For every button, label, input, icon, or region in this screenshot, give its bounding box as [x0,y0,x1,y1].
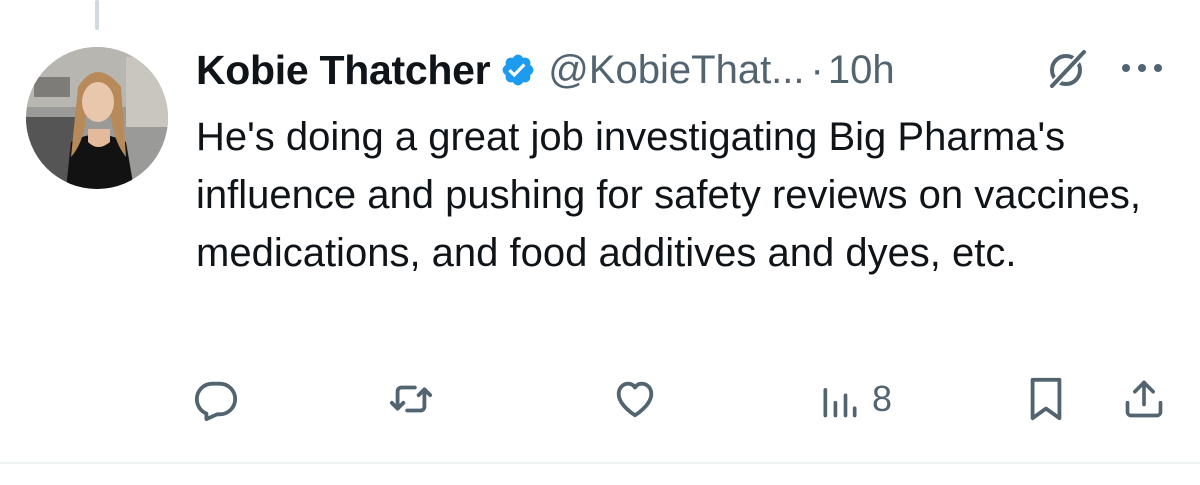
tweet-text: He's doing a great job investigating Big… [196,115,1141,275]
separator-dot: · [810,47,824,92]
share-button[interactable] [1122,376,1166,422]
avatar-photo [26,47,168,189]
timestamp[interactable]: 10h [828,48,895,93]
repost-button[interactable] [386,376,436,422]
display-name[interactable]: Kobie Thatcher [196,47,491,94]
user-handle[interactable]: @KobieThat... [548,48,804,93]
verified-badge-icon [500,52,536,88]
bookmark-button[interactable] [1026,376,1066,422]
like-button[interactable] [610,376,660,422]
more-options-icon[interactable] [1116,58,1168,78]
thread-connector-line [95,0,99,30]
reply-icon [194,381,238,422]
divider [0,462,1200,464]
grok-icon[interactable] [1044,46,1090,92]
heart-icon [616,381,654,418]
tweet-header: Kobie Thatcher @KobieThat... · 10h [196,40,1180,100]
reply-button[interactable] [193,376,239,422]
avatar[interactable] [26,47,168,189]
bookmark-icon [1030,377,1062,421]
repost-icon [389,385,433,413]
share-icon [1125,380,1163,418]
views-button[interactable]: 8 [818,376,892,422]
views-count: 8 [872,378,893,419]
views-icon [823,388,857,418]
